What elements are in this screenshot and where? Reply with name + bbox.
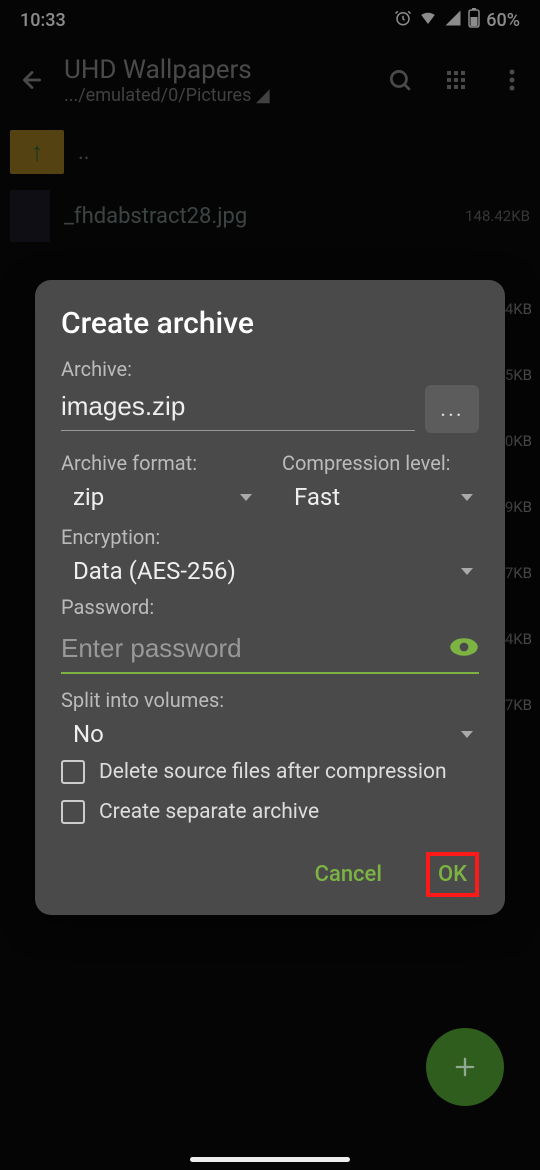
split-select[interactable]: No [61, 716, 479, 752]
gesture-bar [190, 1157, 350, 1162]
password-input[interactable] [61, 625, 449, 672]
archive-name-input[interactable] [61, 387, 415, 431]
compression-label: Compression level: [282, 451, 479, 475]
chevron-down-icon [240, 494, 252, 501]
compression-select[interactable]: Fast [282, 479, 479, 515]
format-select[interactable]: zip [61, 479, 258, 515]
separate-archive-checkbox-row[interactable]: Create separate archive [61, 792, 479, 832]
encryption-select[interactable]: Data (AES-256) [61, 553, 479, 589]
delete-source-label: Delete source files after compression [99, 760, 447, 784]
checkbox-icon [61, 760, 85, 784]
cancel-button[interactable]: Cancel [307, 854, 390, 895]
split-label: Split into volumes: [61, 688, 479, 712]
show-password-icon[interactable] [449, 636, 479, 662]
ok-button[interactable]: OK [426, 852, 479, 897]
chevron-down-icon [461, 568, 473, 575]
dialog-title: Create archive [61, 306, 479, 341]
browse-button[interactable]: ... [425, 385, 479, 433]
encryption-label: Encryption: [61, 525, 479, 549]
archive-label: Archive: [61, 357, 479, 381]
chevron-down-icon [461, 494, 473, 501]
add-fab[interactable] [426, 1028, 504, 1106]
delete-source-checkbox-row[interactable]: Delete source files after compression [61, 752, 479, 792]
checkbox-icon [61, 800, 85, 824]
separate-archive-label: Create separate archive [99, 800, 319, 824]
format-label: Archive format: [61, 451, 258, 475]
dialog-overlay: Create archive Archive: ... Archive form… [0, 0, 540, 1170]
chevron-down-icon [461, 731, 473, 738]
create-archive-dialog: Create archive Archive: ... Archive form… [35, 280, 505, 915]
password-label: Password: [61, 595, 479, 619]
